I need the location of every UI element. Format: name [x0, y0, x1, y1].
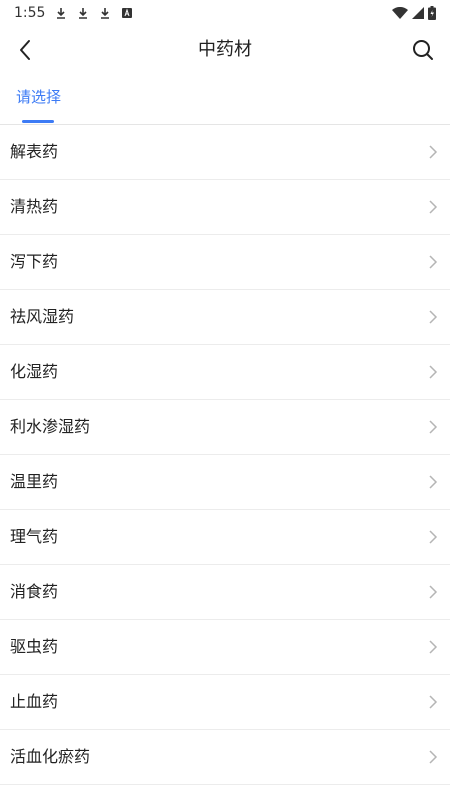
- search-button[interactable]: [410, 37, 436, 63]
- chevron-right-icon: [429, 200, 438, 214]
- list-item-label: 祛风湿药: [10, 307, 75, 326]
- category-list: 解表药 清热药 泻下药 祛风湿药 化湿药 利水渗湿药 温里药 理气药 消食药 驱…: [0, 125, 450, 785]
- status-bar: 1:55: [0, 0, 450, 26]
- tab-row: 请选择: [0, 80, 450, 124]
- list-item[interactable]: 止血药: [0, 675, 450, 730]
- chevron-right-icon: [429, 530, 438, 544]
- list-item-label: 化湿药: [10, 362, 59, 381]
- list-item[interactable]: 化湿药: [0, 345, 450, 400]
- back-button[interactable]: [12, 36, 38, 64]
- tab-indicator: [22, 120, 54, 123]
- list-item-label: 理气药: [10, 527, 59, 546]
- list-item-label: 驱虫药: [10, 637, 59, 656]
- list-item-label: 止血药: [10, 692, 59, 711]
- status-right: [392, 6, 436, 20]
- list-item-label: 消食药: [10, 582, 59, 601]
- search-icon: [413, 40, 433, 60]
- list-item[interactable]: 温里药: [0, 455, 450, 510]
- list-item-label: 活血化瘀药: [10, 747, 91, 766]
- list-item-label: 解表药: [10, 142, 59, 161]
- status-time: 1:55: [14, 5, 46, 21]
- list-item[interactable]: 祛风湿药: [0, 290, 450, 345]
- list-item-label: 泻下药: [10, 252, 59, 271]
- chevron-right-icon: [429, 585, 438, 599]
- app-bar: 中药材: [0, 26, 450, 74]
- chevron-right-icon: [429, 365, 438, 379]
- list-item[interactable]: 利水渗湿药: [0, 400, 450, 455]
- page-title: 中药材: [198, 39, 252, 60]
- signal-icon: [412, 7, 424, 19]
- notification-app-icon: [122, 8, 133, 18]
- chevron-right-icon: [429, 145, 438, 159]
- chevron-right-icon: [429, 420, 438, 434]
- wifi-icon: [392, 7, 408, 19]
- chevron-right-icon: [429, 475, 438, 489]
- download-icon: [101, 8, 110, 19]
- tab-please-select[interactable]: 请选择: [16, 86, 61, 107]
- list-item[interactable]: 活血化瘀药: [0, 730, 450, 785]
- list-item[interactable]: 泻下药: [0, 235, 450, 290]
- back-arrow-icon: [20, 40, 30, 60]
- battery-icon: [428, 6, 436, 20]
- chevron-right-icon: [429, 310, 438, 324]
- chevron-right-icon: [429, 750, 438, 764]
- list-item[interactable]: 清热药: [0, 180, 450, 235]
- download-icon: [57, 8, 66, 19]
- list-item-label: 温里药: [10, 472, 59, 491]
- download-icon: [79, 8, 88, 19]
- list-item-label: 清热药: [10, 197, 59, 216]
- status-left: 1:55: [14, 5, 133, 21]
- list-item[interactable]: 解表药: [0, 125, 450, 180]
- list-item-label: 利水渗湿药: [10, 417, 91, 436]
- chevron-right-icon: [429, 640, 438, 654]
- chevron-right-icon: [429, 255, 438, 269]
- list-item[interactable]: 理气药: [0, 510, 450, 565]
- list-item[interactable]: 消食药: [0, 565, 450, 620]
- chevron-right-icon: [429, 695, 438, 709]
- list-item[interactable]: 驱虫药: [0, 620, 450, 675]
